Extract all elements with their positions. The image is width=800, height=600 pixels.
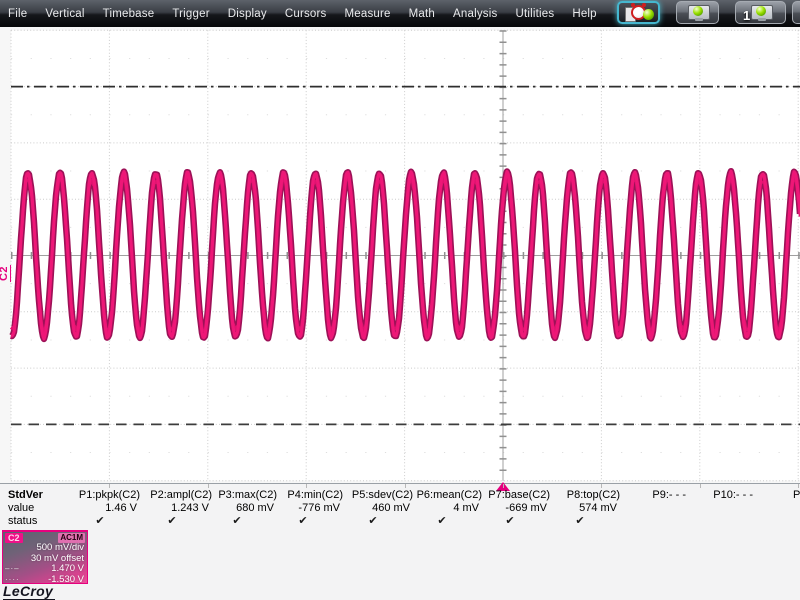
- param-value: -669 mV: [505, 502, 547, 514]
- param-status-check-icon: ✔: [505, 515, 515, 527]
- menu-item-cursors[interactable]: Cursors: [276, 8, 336, 20]
- clipped-toolbar-button[interactable]: [792, 1, 800, 24]
- param-name[interactable]: P4:min(C2): [287, 489, 343, 501]
- gridline-tick: [798, 484, 800, 488]
- gridline-tick: [306, 484, 308, 488]
- measure-status-row-label: status: [8, 515, 38, 527]
- channel-scale: 500 mV/div: [36, 542, 84, 553]
- green-status-orb-icon: [693, 6, 703, 16]
- param-name[interactable]: P1:pkpk(C2): [79, 489, 140, 501]
- param-value: 574 mV: [579, 502, 617, 514]
- lecroy-logo: LeCroy: [3, 583, 56, 600]
- measurement-panel: StdVer value status P1:pkpk(C2) 1.46 V ✔ P2…: [0, 482, 800, 600]
- green-status-orb-icon: [643, 9, 654, 20]
- channel-c2-offset-tag[interactable]: C2: [0, 264, 12, 283]
- param-status-check-icon: ✔: [95, 515, 105, 527]
- menu-item-timebase[interactable]: Timebase: [94, 8, 164, 20]
- param-value: -776 mV: [298, 502, 340, 514]
- param-name[interactable]: P8:top(C2): [567, 489, 620, 501]
- menu-item-measure[interactable]: Measure: [336, 8, 400, 20]
- param-status-check-icon: ✔: [298, 515, 308, 527]
- param-name: P: [793, 489, 800, 501]
- menu-item-analysis[interactable]: Analysis: [444, 8, 506, 20]
- menu-item-trigger[interactable]: Trigger: [163, 8, 218, 20]
- graticule-area: C2: [0, 27, 800, 483]
- menu-item-vertical[interactable]: Vertical: [36, 8, 93, 20]
- monitor-stand-icon: [695, 18, 703, 21]
- channel-badge: C2: [5, 533, 23, 543]
- param-status-check-icon: ✔: [575, 515, 585, 527]
- dash-dot-line-icon: –·–: [5, 564, 20, 573]
- menu-item-math[interactable]: Math: [400, 8, 444, 20]
- channel-c2-descriptor-box[interactable]: C2 AC1M 500 mV/div 30 mV offset –·– 1.470…: [2, 530, 88, 584]
- display-button[interactable]: [676, 1, 719, 24]
- cursor-level-1: 1.470 V: [51, 563, 84, 574]
- param-name[interactable]: P7:base(C2): [488, 489, 550, 501]
- gridline-tick: [109, 484, 111, 488]
- green-status-orb-icon: [756, 6, 766, 16]
- param-name[interactable]: P5:sdev(C2): [352, 489, 413, 501]
- gridline-tick: [207, 484, 209, 488]
- param-value: 4 mV: [453, 502, 479, 514]
- param-value: 460 mV: [372, 502, 410, 514]
- param-name[interactable]: P9:- - -: [652, 489, 686, 501]
- gridline-tick: [503, 484, 504, 488]
- param-value: 680 mV: [236, 502, 274, 514]
- gridline-tick: [699, 484, 701, 488]
- display-button-number: 1: [743, 8, 751, 23]
- menu-bar: File Vertical Timebase Trigger Display Cursor…: [0, 0, 800, 27]
- gridline-tick: [404, 484, 406, 488]
- param-value: 1.46 V: [105, 502, 137, 514]
- measure-mode-label: StdVer: [8, 489, 43, 501]
- oscilloscope-screen: File Vertical Timebase Trigger Display Cursor…: [0, 0, 800, 600]
- menu-item-display[interactable]: Display: [219, 8, 276, 20]
- param-name[interactable]: P6:mean(C2): [417, 489, 482, 501]
- menu-item-utilities[interactable]: Utilities: [506, 8, 563, 20]
- graticule-svg: [8, 29, 800, 482]
- param-status-check-icon: ✔: [368, 515, 378, 527]
- menu-item-file[interactable]: File: [0, 8, 36, 20]
- param-name[interactable]: P2:ampl(C2): [150, 489, 212, 501]
- menu-item-help[interactable]: Help: [563, 8, 605, 20]
- gridline-tick: [601, 484, 603, 488]
- measure-value-row-label: value: [8, 502, 35, 514]
- param-value: 1.243 V: [171, 502, 209, 514]
- param-name[interactable]: P3:max(C2): [218, 489, 277, 501]
- clear-sweeps-button[interactable]: [617, 1, 660, 24]
- param-name[interactable]: P10:- - -: [713, 489, 753, 501]
- display-button-1[interactable]: 1: [735, 1, 786, 24]
- monitor-stand-icon: [758, 18, 766, 21]
